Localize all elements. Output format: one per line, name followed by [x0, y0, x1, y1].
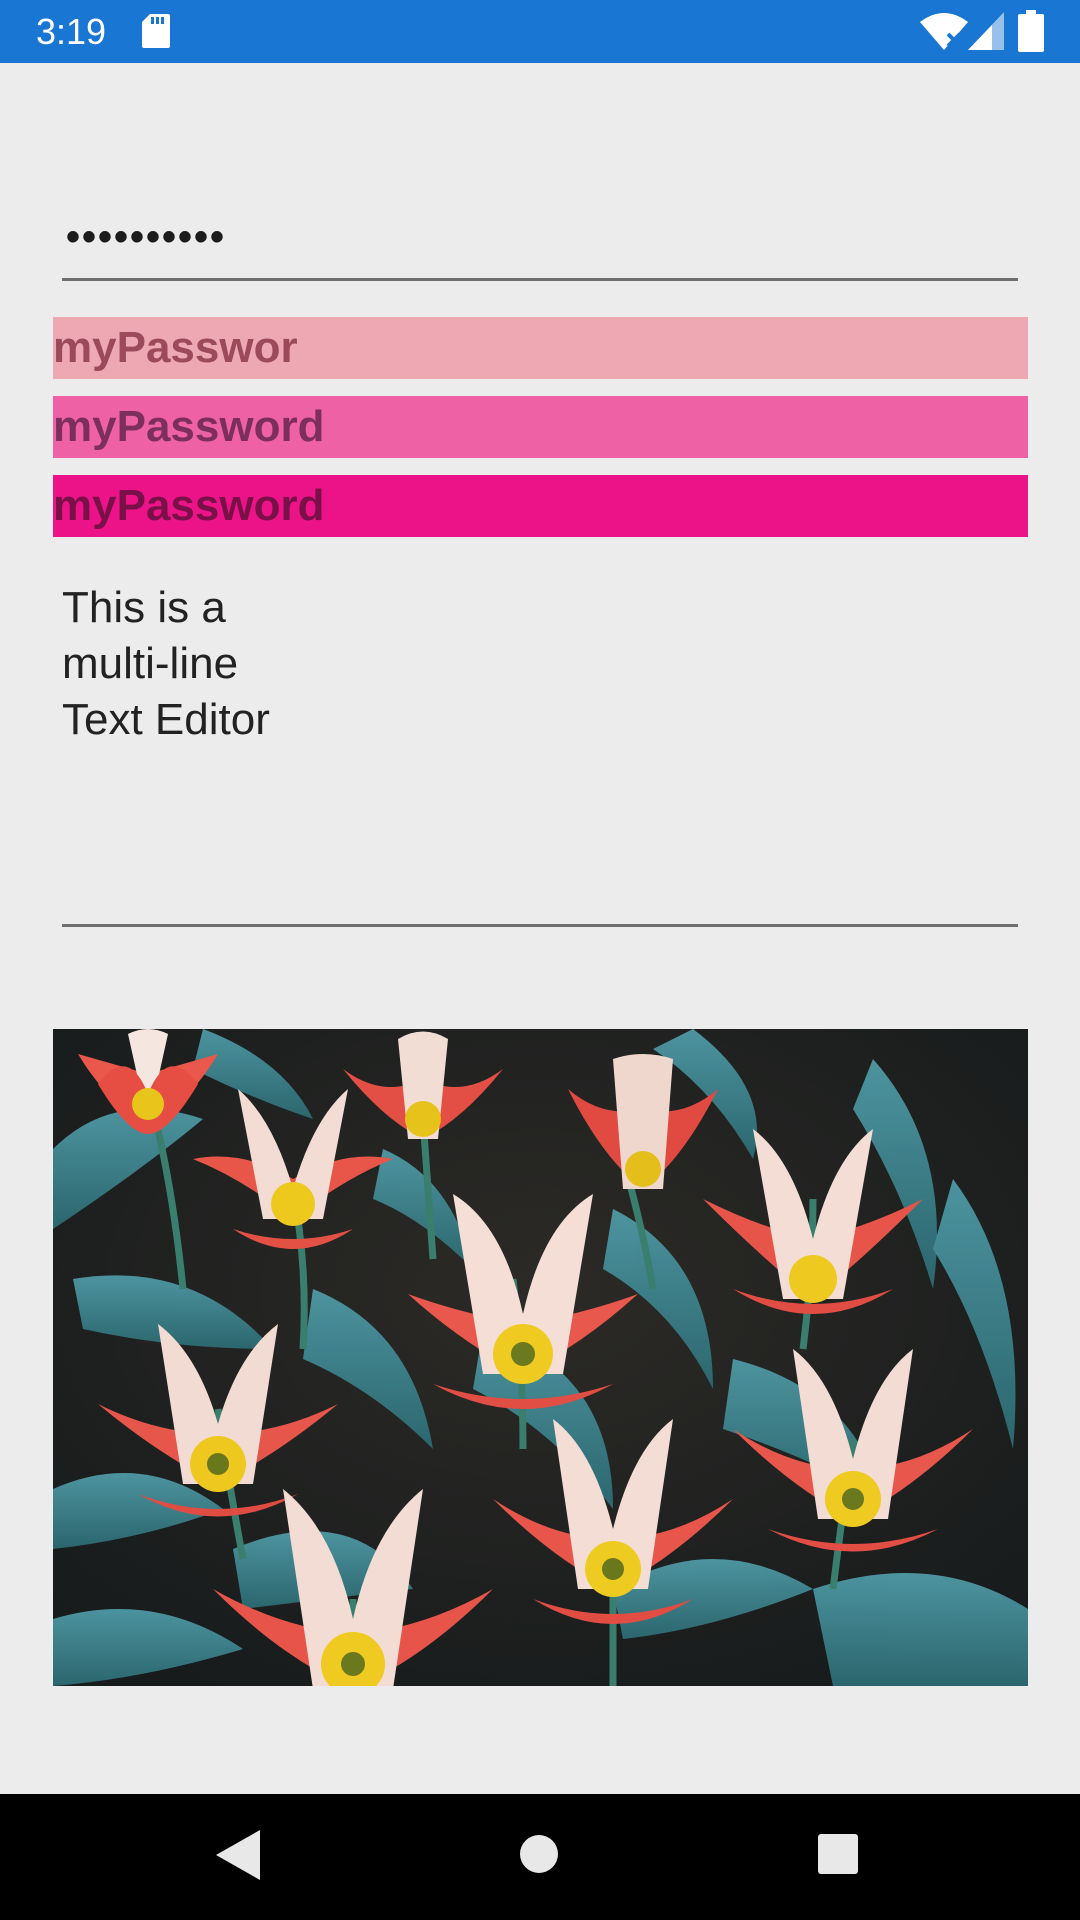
recents-icon[interactable]	[818, 1834, 858, 1874]
tulips-image	[53, 1029, 1028, 1686]
password-masked-value: ••••••••••	[66, 215, 227, 259]
password-label-1: myPasswor	[53, 317, 1028, 379]
password-label-3: myPassword	[53, 475, 1028, 537]
back-icon[interactable]	[216, 1830, 260, 1880]
wifi-icon	[920, 13, 968, 50]
status-bar: 3:19	[0, 0, 1080, 63]
navigation-bar	[0, 1794, 1080, 1920]
sd-card-icon	[142, 14, 170, 48]
signal-icon	[968, 12, 1004, 50]
screen: 3:19 •••••••••• myPasswor myPassword myP…	[0, 0, 1080, 1920]
battery-icon	[1018, 10, 1044, 52]
status-time: 3:19	[36, 11, 107, 52]
multiline-editor[interactable]: This is a multi-line Text Editor	[62, 580, 1018, 927]
password-label-2: myPassword	[53, 396, 1028, 458]
editor-line-1: This is a	[62, 583, 226, 632]
password-entry[interactable]: ••••••••••	[62, 205, 1018, 281]
editor-line-2: multi-line	[62, 639, 239, 688]
editor-line-3: Text Editor	[62, 695, 270, 744]
home-icon[interactable]	[519, 1834, 559, 1874]
